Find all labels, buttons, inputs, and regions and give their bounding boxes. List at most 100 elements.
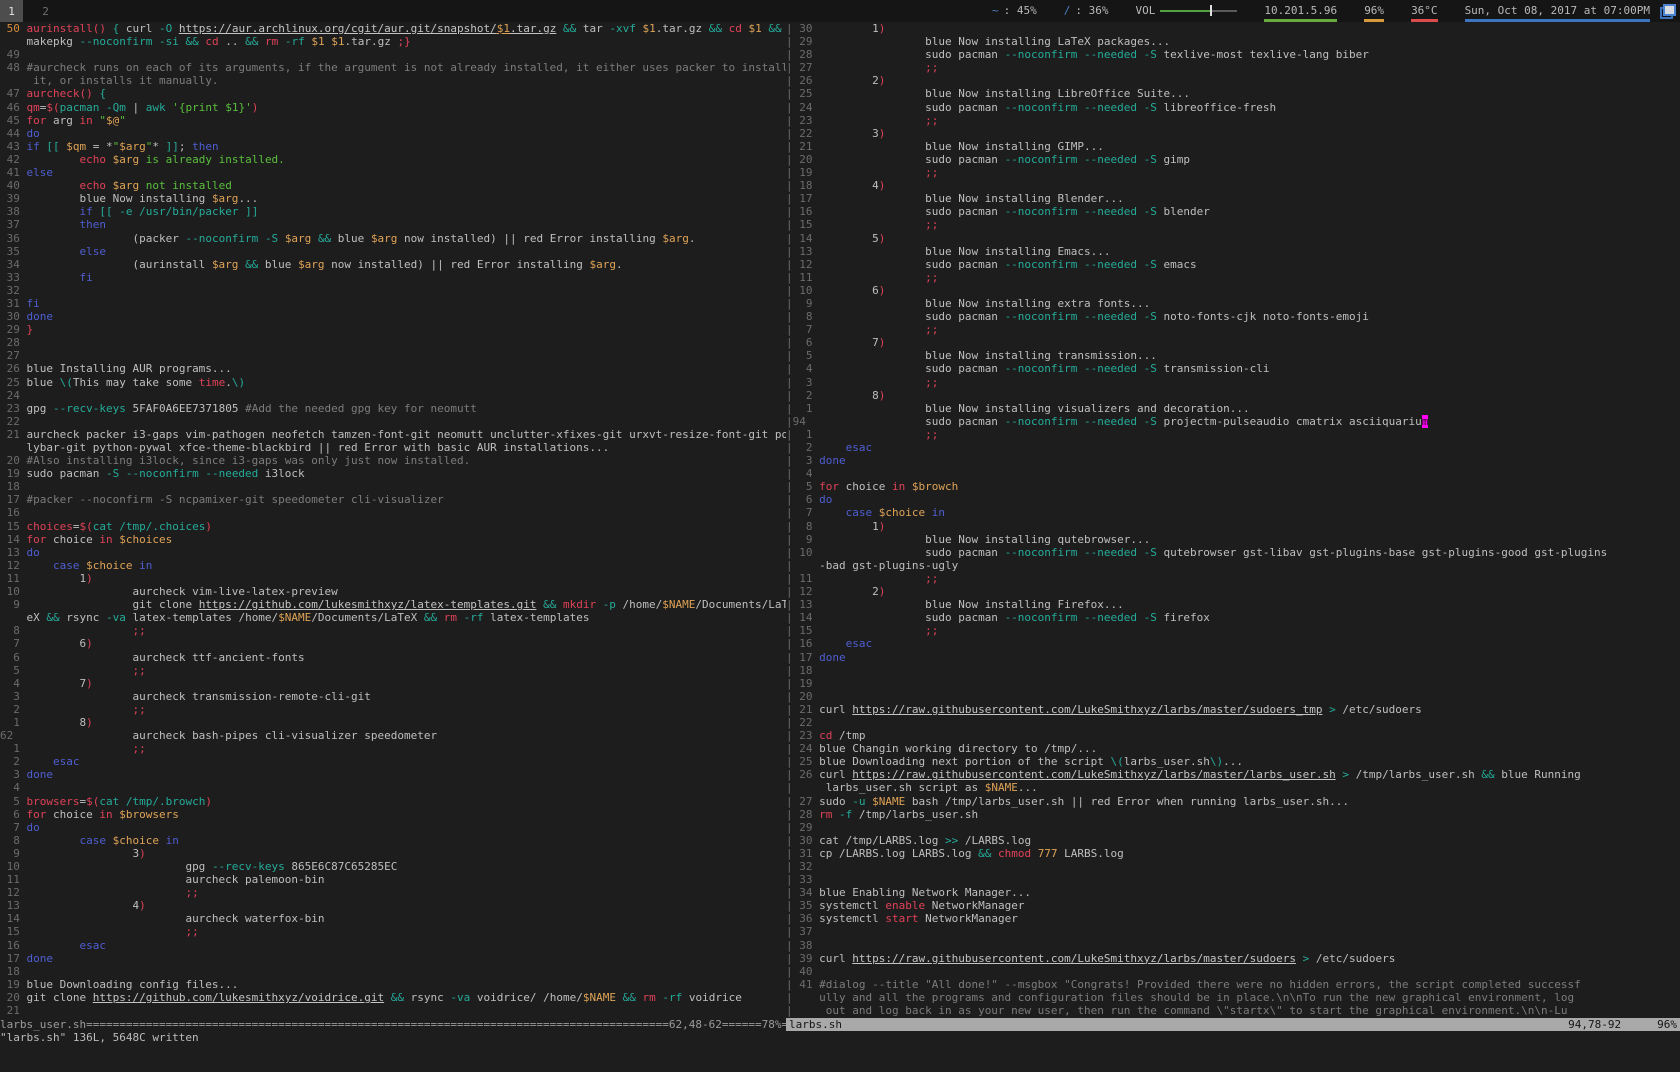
line-number bbox=[0, 441, 27, 454]
code-row: 37 then bbox=[0, 218, 786, 231]
code-row: | 12 sudo pacman --noconfirm --needed -S… bbox=[786, 258, 1680, 271]
code-row: 15 ;; bbox=[0, 925, 786, 938]
line-number: 9 bbox=[0, 598, 27, 611]
code-row: | 5 blue Now installing transmission... bbox=[786, 349, 1680, 362]
code-row: 11 aurcheck palemoon-bin bbox=[0, 873, 786, 886]
volume-block: VOL bbox=[1135, 0, 1237, 22]
code-row: | 22 3) bbox=[786, 127, 1680, 140]
line-number: 34 bbox=[0, 258, 27, 271]
code-row: | 20 bbox=[786, 690, 1680, 703]
status-block-4: 96% bbox=[1364, 0, 1384, 22]
line-number bbox=[0, 74, 27, 87]
status-block-6: Sun, Oct 08, 2017 at 07:00PM bbox=[1465, 0, 1650, 22]
vim-status-row: larbs_user.sh===========================… bbox=[0, 1018, 1680, 1031]
workspace-button-2[interactable]: 2 bbox=[34, 0, 57, 22]
line-number: | 35 bbox=[786, 899, 819, 912]
line-number: | 12 bbox=[786, 585, 819, 598]
code-row: | 19 bbox=[786, 677, 1680, 690]
line-number: 17 bbox=[0, 493, 27, 506]
line-number: 6 bbox=[0, 808, 27, 821]
code-row: 7 6) bbox=[0, 637, 786, 650]
line-number: | 21 bbox=[786, 703, 819, 716]
workspace-button-1[interactable]: 1 bbox=[0, 0, 23, 22]
code-row: 13 4) bbox=[0, 899, 786, 912]
line-number: | 25 bbox=[786, 755, 819, 768]
line-number: | 22 bbox=[786, 127, 819, 140]
code-row: 36 (packer --noconfirm -S $arg && blue $… bbox=[0, 232, 786, 245]
line-number bbox=[0, 611, 27, 624]
line-number: | 2 bbox=[786, 389, 819, 402]
vim-pane-larbs-sh[interactable]: | 30 1)| 29 blue Now installing LaTeX pa… bbox=[786, 22, 1680, 1018]
line-number: 26 bbox=[0, 362, 27, 375]
code-row: 14 for choice in $choices bbox=[0, 533, 786, 546]
code-row: 2 ;; bbox=[0, 703, 786, 716]
line-number: 7 bbox=[0, 637, 27, 650]
code-row: 26 blue Installing AUR programs... bbox=[0, 362, 786, 375]
code-row: 42 echo $arg is already installed. bbox=[0, 153, 786, 166]
line-number: 25 bbox=[0, 376, 27, 389]
line-number: | 16 bbox=[786, 205, 819, 218]
vim-pane-larbs-user-sh[interactable]: 50 aurinstall() { curl -O https://aur.ar… bbox=[0, 22, 786, 1018]
line-number: 40 bbox=[0, 179, 27, 192]
code-row: | -bad gst-plugins-ugly bbox=[786, 559, 1680, 572]
line-number: 10 bbox=[0, 585, 27, 598]
code-row: 22 bbox=[0, 415, 786, 428]
code-row: | 35 systemctl enable NetworkManager bbox=[786, 899, 1680, 912]
code-row: 62 aurcheck bash-pipes cli-visualizer sp… bbox=[0, 729, 786, 742]
code-row: | out and log back in as your new user, … bbox=[786, 1004, 1680, 1017]
line-number: 23 bbox=[0, 402, 27, 415]
line-number: 9 bbox=[0, 847, 27, 860]
code-row: | 4 bbox=[786, 467, 1680, 480]
line-number: 38 bbox=[0, 205, 27, 218]
code-row: | 3 ;; bbox=[786, 376, 1680, 389]
line-number: | 19 bbox=[786, 677, 819, 690]
code-row: | 20 sudo pacman --noconfirm --needed -S… bbox=[786, 153, 1680, 166]
line-number: | 31 bbox=[786, 847, 819, 860]
code-row: 9 3) bbox=[0, 847, 786, 860]
code-row: | 36 systemctl start NetworkManager bbox=[786, 912, 1680, 925]
volume-slider[interactable] bbox=[1160, 10, 1237, 12]
line-number: | 24 bbox=[786, 742, 819, 755]
line-number: 46 bbox=[0, 101, 27, 114]
line-number: 16 bbox=[0, 506, 27, 519]
code-row: | 23 ;; bbox=[786, 114, 1680, 127]
line-number: |94 bbox=[786, 415, 819, 428]
display-tray-icon[interactable] bbox=[1660, 4, 1676, 18]
code-row: | 25 blue Now installing LibreOffice Sui… bbox=[786, 87, 1680, 100]
line-number: | bbox=[786, 991, 819, 1004]
line-number: | 8 bbox=[786, 520, 819, 533]
line-number: | 6 bbox=[786, 336, 819, 349]
code-row: 47 aurcheck() { bbox=[0, 87, 786, 100]
code-row: | 39 curl https://raw.githubusercontent.… bbox=[786, 952, 1680, 965]
line-number: 3 bbox=[0, 690, 27, 703]
tray-window-front bbox=[1663, 4, 1676, 16]
line-number: 50 bbox=[0, 22, 27, 35]
code-row: | 8 1) bbox=[786, 520, 1680, 533]
code-row: | 40 bbox=[786, 965, 1680, 978]
code-row: 45 for arg in "$@" bbox=[0, 114, 786, 127]
code-row: 21 aurcheck packer i3-gaps vim-pathogen … bbox=[0, 428, 786, 441]
active-file-name: larbs.sh bbox=[789, 1018, 842, 1031]
line-number: | 9 bbox=[786, 533, 819, 546]
line-number: 20 bbox=[0, 454, 27, 467]
code-row: 4 bbox=[0, 781, 786, 794]
code-row: 7 do bbox=[0, 821, 786, 834]
line-number: | 3 bbox=[786, 454, 819, 467]
line-number: 2 bbox=[0, 703, 27, 716]
terminal-window[interactable]: 50 aurinstall() { curl -O https://aur.ar… bbox=[0, 22, 1680, 1050]
code-row: | 10 sudo pacman --noconfirm --needed -S… bbox=[786, 546, 1680, 559]
code-row: 38 if [[ -e /usr/bin/packer ]] bbox=[0, 205, 786, 218]
line-number: 47 bbox=[0, 87, 27, 100]
line-number: | 28 bbox=[786, 48, 819, 61]
code-row: | 9 blue Now installing qutebrowser... bbox=[786, 533, 1680, 546]
line-number: | 14 bbox=[786, 611, 819, 624]
line-number: | 39 bbox=[786, 952, 819, 965]
status-block-text: Sun, Oct 08, 2017 at 07:00PM bbox=[1465, 4, 1650, 17]
line-number: | 20 bbox=[786, 153, 819, 166]
line-number: | 29 bbox=[786, 821, 819, 834]
line-number: | 21 bbox=[786, 140, 819, 153]
line-number: | bbox=[786, 1004, 819, 1017]
code-row: 19 blue Downloading config files... bbox=[0, 978, 786, 991]
line-number: 31 bbox=[0, 297, 27, 310]
line-number: | 17 bbox=[786, 192, 819, 205]
